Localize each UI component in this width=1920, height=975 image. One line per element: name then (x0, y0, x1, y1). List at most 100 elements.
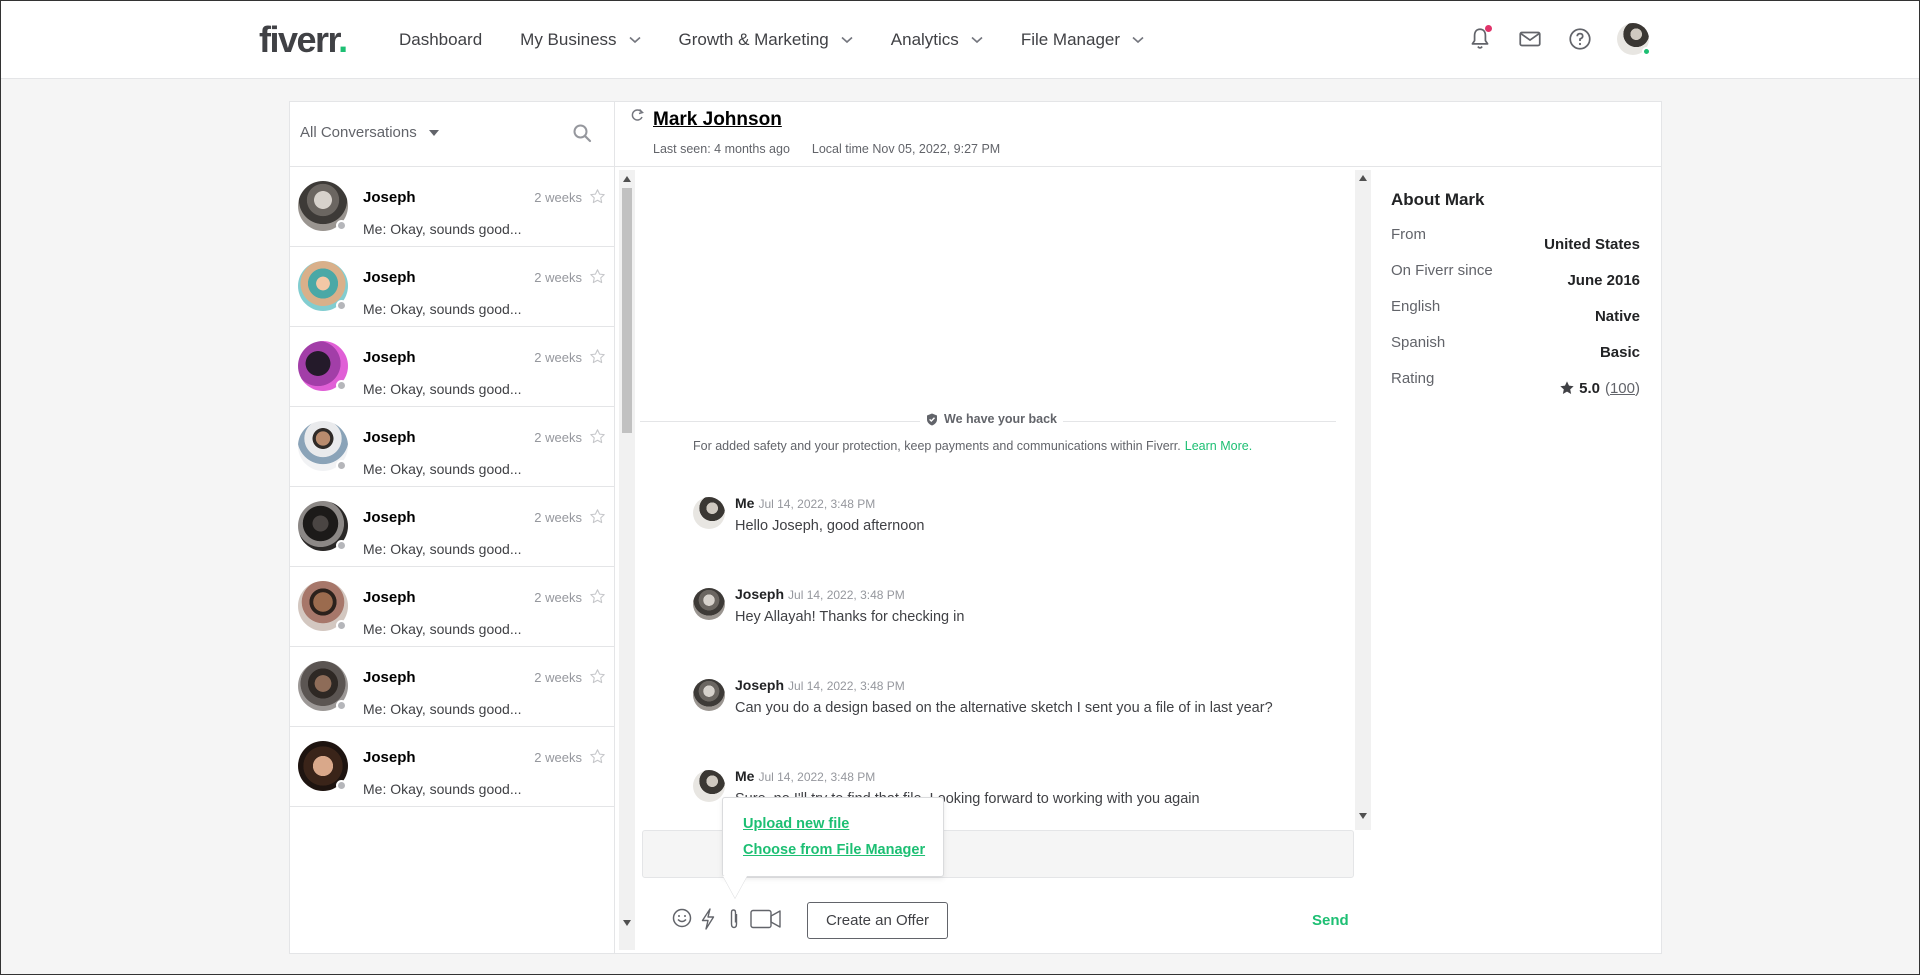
video-call-icon[interactable] (750, 909, 782, 929)
message-time: Jul 14, 2022, 3:48 PM (788, 679, 905, 693)
bell-icon[interactable] (1467, 25, 1493, 52)
learn-more-link[interactable]: Learn More. (1185, 439, 1252, 453)
avatar (693, 679, 725, 711)
user-avatar[interactable] (1617, 23, 1651, 56)
message-author: Joseph (735, 586, 785, 602)
conversation-snippet: Me: Okay, sounds good... (363, 381, 522, 397)
message-text: Can you do a design based on the alterna… (735, 700, 1273, 716)
scroll-down-arrow[interactable] (623, 920, 631, 926)
choose-from-file-manager-link[interactable]: Choose from File Manager (743, 842, 925, 858)
main-nav: Dashboard My Business Growth & Marketing… (399, 1, 1182, 79)
conversation-item[interactable]: Joseph 2 weeks Me: Okay, sounds good... (290, 247, 614, 327)
chevron-down-icon (841, 36, 853, 44)
caret-down-icon (428, 129, 439, 136)
conversation-list-header: All Conversations (290, 102, 614, 167)
online-indicator (1642, 47, 1651, 56)
chevron-down-icon (629, 36, 641, 44)
conversation-item[interactable]: Joseph 2 weeks Me: Okay, sounds good... (290, 647, 614, 727)
about-key: Rating (1391, 370, 1435, 387)
avatar (693, 588, 725, 620)
message-text: Hey Allayah! Thanks for checking in (735, 609, 965, 625)
attachment-menu: Upload new file Choose from File Manager (722, 797, 944, 877)
star-icon[interactable] (589, 348, 606, 365)
star-icon[interactable] (589, 668, 606, 685)
conversation-scrollbar[interactable] (619, 170, 635, 950)
conversation-item[interactable]: Joseph 2 weeks Me: Okay, sounds good... (290, 487, 614, 567)
search-icon[interactable] (572, 123, 592, 143)
about-value: Basic (1599, 343, 1640, 361)
star-icon[interactable] (589, 508, 606, 525)
scroll-down-arrow[interactable] (1359, 813, 1367, 819)
contact-meta: Last seen: 4 months ago Local time Nov 05… (653, 142, 1000, 156)
status-indicator (336, 220, 347, 231)
conversation-name: Joseph (363, 269, 416, 286)
message-time: Jul 14, 2022, 3:48 PM (758, 497, 876, 511)
send-button[interactable]: Send (1312, 912, 1349, 929)
emoji-icon[interactable] (672, 908, 692, 928)
star-icon[interactable] (589, 428, 606, 445)
create-offer-button[interactable]: Create an Offer (807, 902, 948, 939)
notification-dot (1485, 25, 1492, 32)
conversation-time: 2 weeks (534, 670, 582, 685)
about-title: About Mark (1391, 190, 1485, 209)
conversation-snippet: Me: Okay, sounds good... (363, 461, 522, 477)
contact-name-link[interactable]: Mark Johnson (653, 109, 782, 131)
rating-value: 5.0 (100) (1559, 370, 1640, 406)
star-icon[interactable] (589, 188, 606, 205)
help-icon[interactable] (1567, 26, 1593, 52)
scroll-up-arrow[interactable] (1359, 175, 1367, 181)
refresh-icon[interactable] (631, 108, 645, 122)
scroll-up-arrow[interactable] (623, 176, 631, 182)
fiverr-logo[interactable]: fiverr. (259, 19, 348, 61)
scroll-thumb[interactable] (622, 188, 632, 433)
conversation-name: Joseph (363, 749, 416, 766)
star-icon[interactable] (589, 588, 606, 605)
conversation-snippet: Me: Okay, sounds good... (363, 621, 522, 637)
conversation-time: 2 weeks (534, 190, 582, 205)
message-time: Jul 14, 2022, 3:48 PM (788, 588, 905, 602)
conversation-time: 2 weeks (534, 270, 582, 285)
nav-dashboard[interactable]: Dashboard (399, 30, 482, 50)
star-icon[interactable] (589, 748, 606, 765)
about-key: English (1391, 298, 1441, 315)
conversation-snippet: Me: Okay, sounds good... (363, 541, 522, 557)
conversation-snippet: Me: Okay, sounds good... (363, 221, 522, 237)
message-time: Jul 14, 2022, 3:48 PM (758, 770, 876, 784)
nav-my-business[interactable]: My Business (520, 30, 641, 50)
nav-analytics[interactable]: Analytics (891, 30, 983, 50)
lightning-icon[interactable] (700, 908, 716, 930)
nav-growth-marketing[interactable]: Growth & Marketing (679, 30, 853, 50)
safety-notice-title: We have your back (920, 412, 1064, 426)
about-value: June 2016 (1567, 271, 1640, 289)
safety-notice-text: For added safety and your protection, ke… (693, 439, 1253, 453)
star-filled-icon (1560, 381, 1574, 394)
status-indicator (336, 700, 347, 711)
top-navigation: fiverr. Dashboard My Business Growth & M… (1, 1, 1919, 79)
conversation-name: Joseph (363, 429, 416, 446)
chat-header: Mark Johnson Last seen: 4 months ago Loca… (615, 102, 1661, 167)
conversation-filter-dropdown[interactable]: All Conversations (300, 124, 439, 141)
conversation-item[interactable]: Joseph 2 weeks Me: Okay, sounds good... (290, 327, 614, 407)
status-indicator (336, 620, 347, 631)
conversation-item[interactable]: Joseph 2 weeks Me: Okay, sounds good... (290, 407, 614, 487)
rating-count-link[interactable]: (100) (1605, 380, 1640, 397)
mail-icon[interactable] (1517, 26, 1543, 52)
status-indicator (336, 780, 347, 791)
avatar (693, 497, 725, 529)
about-row: English Native (1391, 298, 1640, 334)
conversation-snippet: Me: Okay, sounds good... (363, 701, 522, 717)
conversation-item[interactable]: Joseph 2 weeks Me: Okay, sounds good... (290, 567, 614, 647)
message-text: Hello Joseph, good afternoon (735, 518, 925, 534)
nav-file-manager[interactable]: File Manager (1021, 30, 1144, 50)
conversation-name: Joseph (363, 349, 416, 366)
about-row: On Fiverr since June 2016 (1391, 262, 1640, 298)
conversation-time: 2 weeks (534, 750, 582, 765)
chat-scrollbar[interactable] (1355, 170, 1371, 830)
star-icon[interactable] (589, 268, 606, 285)
about-row: From United States (1391, 226, 1640, 262)
upload-new-file-link[interactable]: Upload new file (743, 816, 849, 832)
paperclip-icon[interactable] (727, 908, 741, 930)
conversation-item[interactable]: Joseph 2 weeks Me: Okay, sounds good... (290, 167, 614, 247)
status-indicator (336, 380, 347, 391)
conversation-item[interactable]: Joseph 2 weeks Me: Okay, sounds good... (290, 727, 614, 807)
